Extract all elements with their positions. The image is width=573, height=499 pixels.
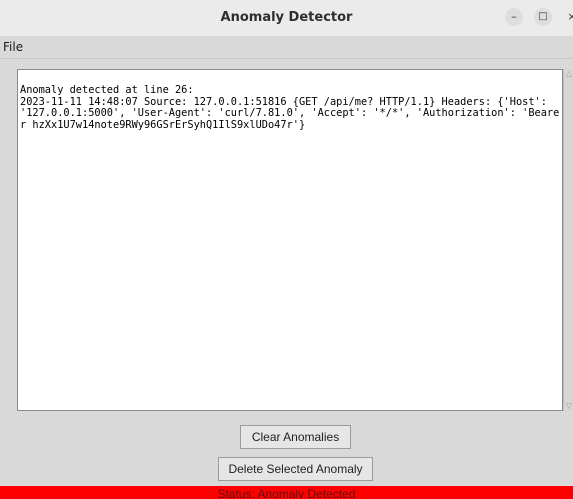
menu-file[interactable]: File: [3, 40, 23, 54]
vertical-scrollbar[interactable]: △ ▽: [563, 69, 573, 411]
scroll-down-arrow-icon[interactable]: ▽: [564, 401, 573, 411]
title-bar: Anomaly Detector – □ ×: [0, 0, 573, 37]
clear-anomalies-button[interactable]: Clear Anomalies: [240, 425, 351, 449]
scroll-up-arrow-icon[interactable]: △: [564, 69, 573, 79]
anomaly-log-textarea[interactable]: Anomaly detected at line 26: 2023-11-11 …: [17, 69, 563, 411]
status-bar: Status: Anomaly Detected: [0, 486, 573, 499]
menu-bar: File: [0, 36, 573, 59]
minimize-button[interactable]: –: [505, 8, 523, 26]
window-title: Anomaly Detector: [220, 10, 353, 25]
maximize-button[interactable]: □: [534, 8, 552, 26]
delete-selected-anomaly-button[interactable]: Delete Selected Anomaly: [218, 457, 373, 481]
anomaly-log-text: Anomaly detected at line 26: 2023-11-11 …: [20, 84, 560, 131]
status-text: Status: Anomaly Detected: [217, 487, 356, 499]
